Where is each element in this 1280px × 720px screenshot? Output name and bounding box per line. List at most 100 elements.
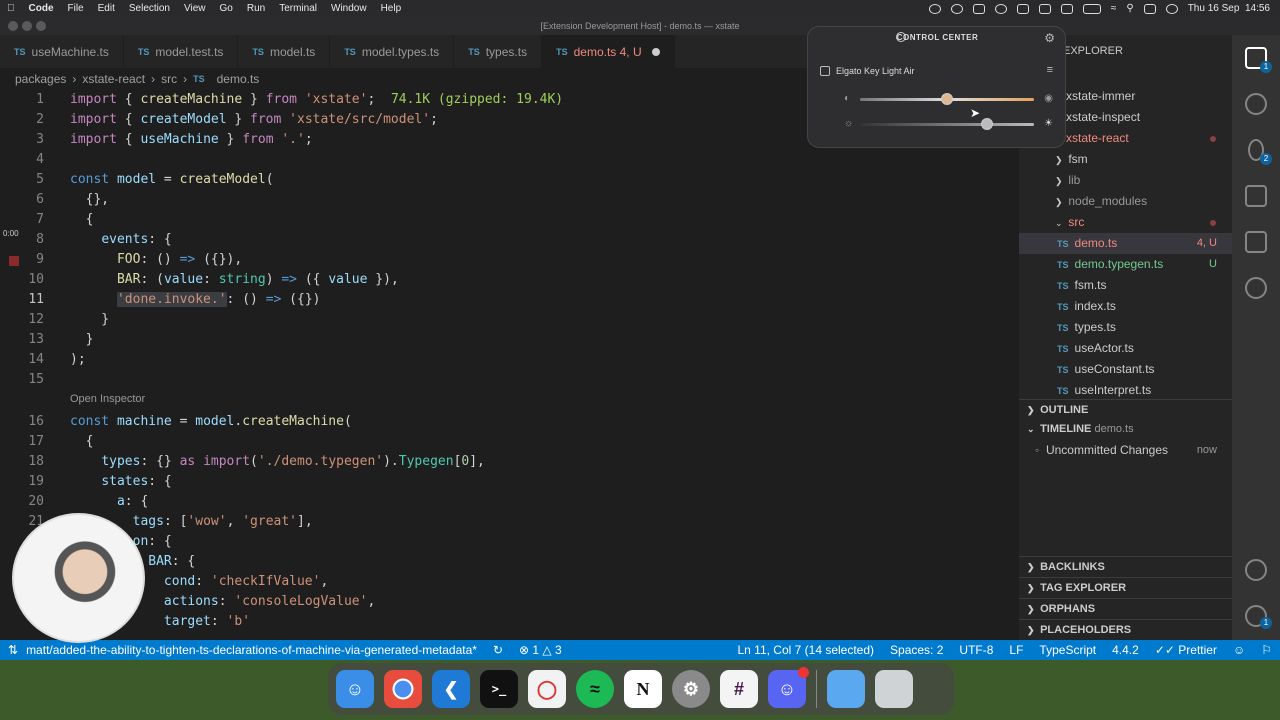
indentation[interactable]: Spaces: 2 — [882, 643, 951, 657]
language-mode[interactable]: TypeScript — [1031, 643, 1104, 657]
code-line[interactable]: import { useMachine } from '.'; — [70, 130, 313, 150]
tree-item-fsm[interactable]: ❯ fsm — [1019, 149, 1232, 170]
spotify-icon[interactable]: ≈ — [576, 670, 614, 708]
vscode-icon[interactable]: ❮ — [432, 670, 470, 708]
feedback-icon[interactable]: ☺ — [1225, 643, 1253, 657]
menu-help[interactable]: Help — [374, 3, 409, 14]
menu-terminal[interactable]: Terminal — [272, 3, 324, 14]
menu-edit[interactable]: Edit — [91, 3, 122, 14]
breadcrumb-item[interactable]: src — [161, 72, 177, 86]
search-icon[interactable] — [1245, 93, 1267, 115]
code-line[interactable]: { — [70, 210, 94, 230]
remote-icon[interactable]: ⇅ — [0, 643, 26, 657]
tab-demo[interactable]: TS demo.ts 4, U — [542, 35, 675, 68]
code-line[interactable]: } — [70, 310, 109, 330]
tree-item-demo-typegen[interactable]: TS demo.typegen.ts U — [1019, 254, 1232, 275]
terminal-icon[interactable]: >_ — [480, 670, 518, 708]
code-line[interactable]: import { createModel } from 'xstate/src/… — [70, 110, 438, 130]
tree-item-lib[interactable]: ❯ lib — [1019, 170, 1232, 191]
menubar-datetime[interactable]: Thu 16 Sep 14:56 — [1188, 3, 1270, 14]
extensions-icon[interactable] — [1245, 231, 1267, 253]
tree-item-demo-ts[interactable]: TS demo.ts 4, U — [1019, 233, 1232, 254]
code-editor[interactable]: 1 import { createMachine } from 'xstate';… — [0, 90, 1005, 640]
tree-item-useactor[interactable]: TS useActor.ts — [1019, 338, 1232, 359]
breadcrumb-item[interactable]: demo.ts — [217, 72, 260, 86]
tab-usemachine[interactable]: TS useMachine.ts — [0, 35, 124, 68]
breadcrumb-item[interactable]: packages — [15, 72, 66, 86]
temperature-slider[interactable] — [860, 123, 1034, 126]
code-line[interactable]: states: { — [70, 472, 171, 492]
unsaved-dot-icon[interactable] — [651, 47, 660, 56]
tree-item-useconstant[interactable]: TS useConstant.ts — [1019, 359, 1232, 380]
menu-window[interactable]: Window — [324, 3, 374, 14]
code-line[interactable]: } — [70, 330, 94, 350]
code-line[interactable]: { — [70, 432, 94, 452]
apple-icon[interactable]:  — [0, 3, 22, 14]
problems-indicator[interactable]: ⊗ 1 △ 3 — [511, 643, 570, 657]
menubar-control-center-icon[interactable] — [1143, 3, 1156, 14]
search-icon[interactable]: ⚲ — [1126, 3, 1133, 14]
outline-section[interactable]: ❯ OUTLINE — [1019, 399, 1232, 420]
notion-icon[interactable]: N — [624, 670, 662, 708]
temperature-slider-knob[interactable] — [981, 118, 994, 130]
tab-model-types[interactable]: TS model.types.ts — [330, 35, 455, 68]
app-status-icon[interactable] — [1060, 3, 1073, 14]
account-icon[interactable] — [1245, 559, 1267, 581]
tab-types[interactable]: TS types.ts — [454, 35, 543, 68]
prettier-status[interactable]: ✓✓ Prettier — [1147, 643, 1225, 657]
sliders-icon[interactable]: ≡ — [1047, 64, 1053, 76]
menu-go[interactable]: Go — [213, 3, 240, 14]
timeline-entry[interactable]: ◦ Uncommitted Changes now — [1019, 440, 1232, 461]
code-line[interactable]: const model = createModel( — [70, 170, 274, 190]
wifi-icon[interactable]: ≈ — [1111, 3, 1117, 14]
orphans-section[interactable]: ❯ ORPHANS — [1019, 598, 1232, 619]
close-window-button[interactable] — [8, 21, 18, 31]
shield-status-icon[interactable] — [1038, 3, 1051, 14]
chrome-icon[interactable] — [384, 670, 422, 708]
placeholders-section[interactable]: ❯ PLACEHOLDERS — [1019, 619, 1232, 640]
code-line[interactable]: const machine = model.createMachine( — [70, 412, 352, 432]
app-icon[interactable]: ◯ — [528, 670, 566, 708]
code-line[interactable]: events: { — [70, 230, 171, 250]
breakpoint-icon[interactable] — [9, 256, 19, 266]
menu-app-name[interactable]: Code — [22, 3, 61, 14]
tree-item-index-ts[interactable]: TS index.ts — [1019, 296, 1232, 317]
code-line[interactable]: 'done.invoke.': () => ({}) — [70, 290, 320, 310]
folder-icon[interactable] — [827, 670, 865, 708]
tree-item-fsm-ts[interactable]: TS fsm.ts — [1019, 275, 1232, 296]
maximize-window-button[interactable] — [36, 21, 46, 31]
slack-icon[interactable]: # — [720, 670, 758, 708]
menu-run[interactable]: Run — [240, 3, 272, 14]
discord-icon[interactable]: ☺ — [768, 667, 809, 708]
brightness-slider-knob[interactable] — [941, 93, 953, 105]
extension-status-icon[interactable] — [972, 3, 985, 14]
menu-selection[interactable]: Selection — [122, 3, 177, 14]
ts-version[interactable]: 4.4.2 — [1104, 643, 1147, 657]
code-line[interactable]: {}, — [70, 190, 110, 210]
menu-view[interactable]: View — [177, 3, 213, 14]
tree-item-types-ts[interactable]: TS types.ts — [1019, 317, 1232, 338]
battery-icon[interactable] — [1082, 3, 1101, 14]
run-debug-icon[interactable] — [1245, 185, 1267, 207]
trash-icon[interactable] — [875, 670, 913, 708]
code-line[interactable]: ); — [70, 350, 86, 370]
tree-item-src[interactable]: ⌄ src — [1019, 212, 1232, 233]
github-icon[interactable] — [1245, 277, 1267, 299]
code-line[interactable]: types: {} as import('./demo.typegen').Ty… — [70, 452, 485, 472]
minimize-window-button[interactable] — [22, 21, 32, 31]
code-line[interactable]: FOO: () => ({}), — [70, 250, 242, 270]
control-center-status-icon[interactable] — [928, 3, 941, 14]
circle-status-icon[interactable] — [994, 3, 1007, 14]
timeline-section[interactable]: ⌄ TIMELINE demo.ts — [1019, 419, 1232, 440]
finder-icon[interactable]: ☺ — [336, 670, 374, 708]
encoding[interactable]: UTF-8 — [951, 643, 1001, 657]
notifications-icon[interactable]: ⚐ — [1253, 643, 1280, 657]
settings-gear-icon[interactable]: ⚙ — [1044, 31, 1055, 45]
tab-model[interactable]: TS model.ts — [238, 35, 331, 68]
code-line[interactable]: import { createMachine } from 'xstate'; … — [70, 90, 563, 110]
window-status-icon[interactable] — [1016, 3, 1029, 14]
git-branch[interactable]: matt/added-the-ability-to-tighten-ts-dec… — [26, 643, 485, 657]
menu-file[interactable]: File — [61, 3, 91, 14]
tree-item-node-modules[interactable]: ❯ node_modules — [1019, 191, 1232, 212]
line-ending[interactable]: LF — [1001, 643, 1031, 657]
